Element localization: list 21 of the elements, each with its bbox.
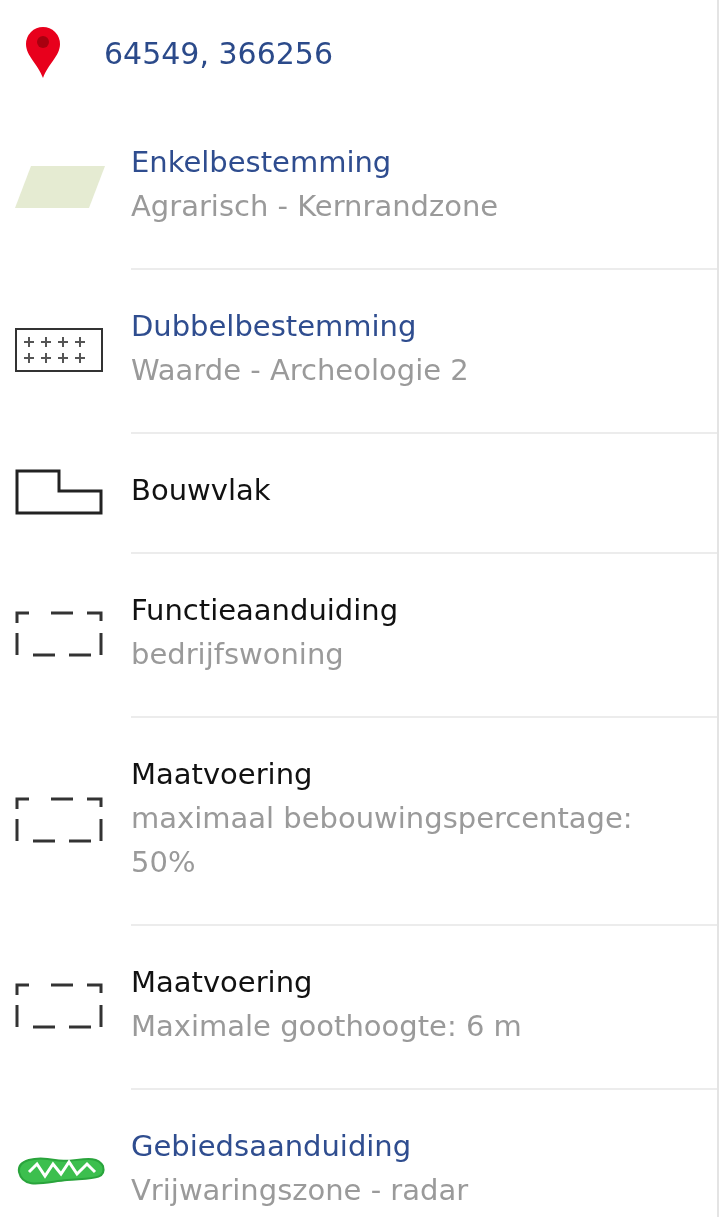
category-title: Functieaanduiding [131,592,400,629]
dashed-rectangle-icon [15,797,103,843]
coordinates: 64549, 366256 [104,35,334,71]
category-title: Bouwvlak [131,472,272,509]
dashed-rectangle-icon [15,611,103,657]
crosses-grid-icon [15,328,103,372]
category-value: Agrarisch - Kernrandzone [131,188,500,225]
category-value: Waarde - Archeologie 2 [131,352,470,389]
category-link[interactable]: Enkelbestemming [131,140,677,184]
category-value: Maximale goothoogte: 6 m [131,1008,523,1045]
parallelogram-icon [15,165,105,209]
category-value: Vrijwaringszone - radar [131,1172,470,1209]
dashed-rectangle-icon [15,983,103,1029]
category-link[interactable]: Dubbelbestemming [131,304,677,348]
map-pin-icon [24,26,62,80]
category-link[interactable]: Gebiedsaanduiding [131,1124,677,1168]
category-value: maximaal bebouwingspercentage: 50% [131,800,634,881]
category-value: bedrijfswoning [131,636,345,673]
category-title: Maatvoering [131,756,314,793]
category-title: Maatvoering [131,964,314,1001]
building-outline-icon [15,469,103,515]
